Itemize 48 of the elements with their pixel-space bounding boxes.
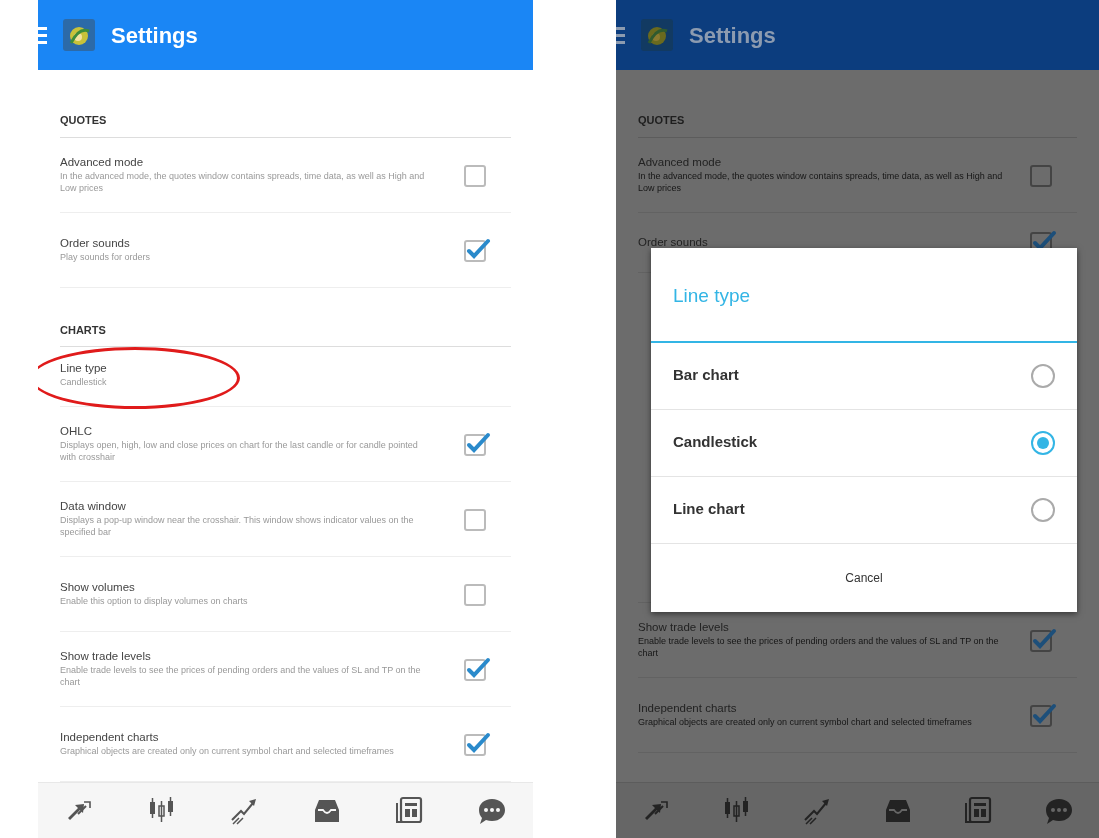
- setting-title: Independent charts: [638, 700, 738, 716]
- section-header: QUOTES: [60, 70, 511, 138]
- setting-description: Enable trade levels to see the prices of pending orders and the values of SL and TP on the chart: [638, 634, 1000, 660]
- dialog-title: Line type: [651, 248, 1077, 343]
- checkbox[interactable]: [1029, 626, 1057, 653]
- menu-icon[interactable]: [616, 25, 625, 45]
- app-logo-icon: [63, 19, 95, 51]
- newspaper-icon[interactable]: [394, 795, 425, 826]
- menu-icon[interactable]: [38, 25, 47, 45]
- setting-description: Play sounds for orders: [60, 250, 152, 264]
- app-logo-icon: [641, 19, 673, 51]
- checkbox[interactable]: [463, 656, 491, 682]
- section-header: CHARTS: [60, 287, 511, 347]
- checkbox[interactable]: [1029, 701, 1057, 728]
- setting-title: Advanced mode: [638, 154, 723, 170]
- checkbox[interactable]: [463, 431, 491, 457]
- screen-title: Settings: [111, 21, 198, 50]
- radio-button[interactable]: [1031, 430, 1055, 455]
- radio-button[interactable]: [1031, 363, 1055, 388]
- checkbox[interactable]: [463, 731, 491, 757]
- setting-title: Show volumes: [60, 580, 136, 596]
- checkbox[interactable]: [463, 236, 491, 263]
- newspaper-icon[interactable]: [963, 795, 994, 826]
- option-label[interactable]: Line chart: [673, 498, 745, 521]
- setting-title: Show trade levels: [60, 649, 152, 665]
- setting-description: Enable trade levels to see the prices of pending orders and the values of SL and TP on the chart: [60, 664, 422, 689]
- setting-title: Order sounds: [638, 234, 709, 250]
- setting-title: Advanced mode: [60, 154, 145, 170]
- setting-value: Candlestick: [60, 375, 107, 389]
- option-label[interactable]: Candlestick: [673, 431, 758, 454]
- radio-button[interactable]: [1031, 497, 1055, 522]
- setting-title: Order sounds: [60, 235, 131, 251]
- setting-title: Line type: [60, 361, 107, 376]
- setting-description: Graphical objects are created only on current symbol chart and selected timeframes: [638, 715, 973, 729]
- setting-description: Displays open, high, low and close prices on chart for the last candle or for candle pointed with crosshair: [60, 439, 419, 464]
- setting-title: Independent charts: [60, 730, 160, 746]
- setting-description: In the advanced mode, the quotes window contains spreads, time data, as well as High and Low prices: [60, 169, 426, 195]
- section-header: QUOTES: [638, 70, 1077, 138]
- setting-title: Show trade levels: [638, 619, 730, 635]
- screen-title: Settings: [689, 21, 776, 50]
- option-label[interactable]: Bar chart: [673, 364, 739, 387]
- setting-title: Data window: [60, 499, 127, 515]
- setting-description: Graphical objects are created only on current symbol chart and selected timeframes: [60, 745, 395, 758]
- setting-title: OHLC: [60, 424, 93, 440]
- setting-description: In the advanced mode, the quotes window contains spreads, time data, as well as High and Low prices: [638, 169, 1004, 195]
- setting-description: Displays a pop-up window near the crosshair. This window shows indicator values on the specified bar: [60, 514, 415, 539]
- cancel-button[interactable]: Cancel: [651, 543, 1077, 612]
- setting-description: Enable this option to display volumes on charts: [60, 595, 249, 608]
